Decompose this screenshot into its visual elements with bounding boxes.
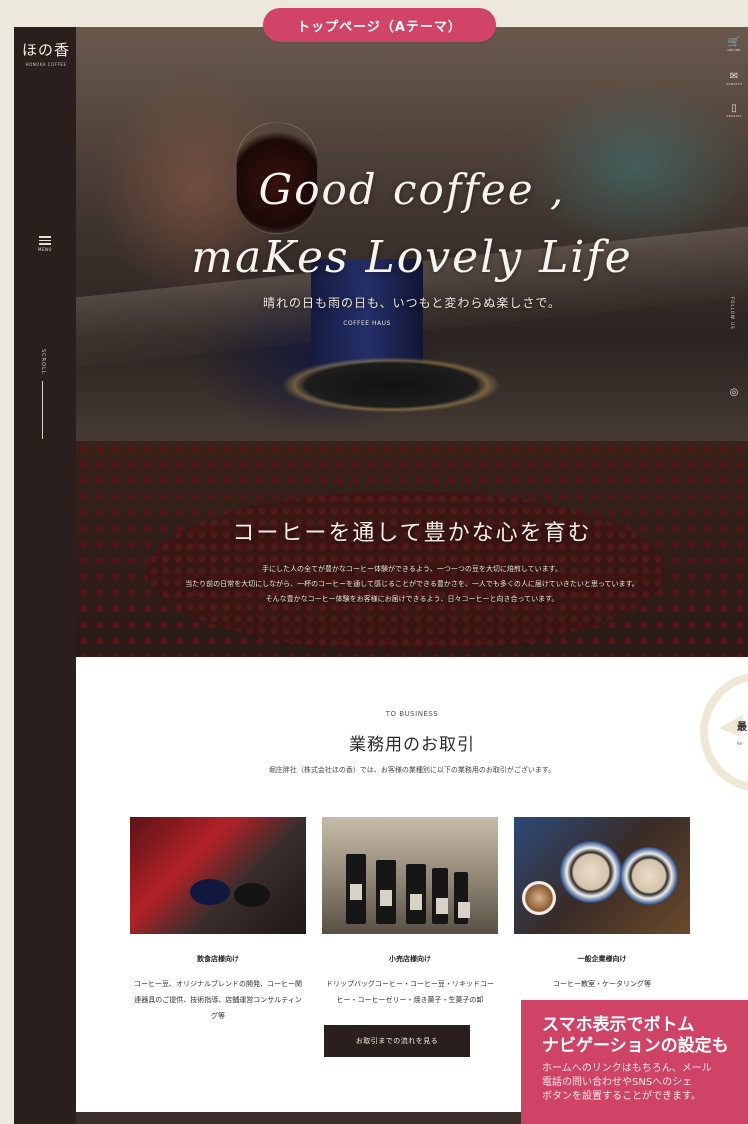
cup-shape	[234, 883, 270, 907]
philosophy-text-line: そんな豊かなコーヒー体験をお客様にお届けできるよう、日々コーヒーと向き合っていま…	[265, 595, 559, 603]
card-description: コーヒー豆、オリジナルブレンドの開発、コーヒー関連器具のご提供、技術指導、店舗運…	[134, 980, 302, 1020]
scroll-indicator: SCROLL	[40, 349, 46, 439]
section-lead: 堀庄胖社（株式会社ほの香）では、お客様の業種別に以下の業務用のお取引がございます…	[268, 766, 556, 774]
logo-subtitle: HONOKA COFFEE	[25, 62, 67, 67]
view-flow-button[interactable]: お取引までの流れを見る	[324, 1025, 470, 1057]
coffee-bag-shape	[406, 864, 426, 924]
cup-shape	[190, 879, 230, 905]
callout-heading-line2: ナビゲーションの設定も	[542, 1036, 729, 1056]
website-preview: ほの香 HONOKA COFFEE MENU SCROLL COFFEE HAU…	[14, 27, 748, 1124]
hero-subtitle: 晴れの日も雨の日も、いつもと変わらぬ楽しさで。	[263, 296, 561, 310]
hero-title-line1: Good coffee ,	[258, 165, 566, 214]
hero-title-line2: maKes Lovely Life	[191, 232, 633, 283]
card-title: 小売店様向け	[389, 955, 431, 963]
site-logo[interactable]: ほの香 HONOKA COFFEE	[20, 39, 72, 67]
follow-us-label: FOLLOW US	[730, 297, 735, 330]
screenshot-stage: トップページ（Aテーマ） ほの香 HONOKA COFFEE MENU SCRO…	[0, 0, 748, 1124]
menu-label: MENU	[38, 246, 52, 252]
cart-icon[interactable]: 🛒 ONLINE	[726, 37, 742, 52]
philosophy-section: コーヒーを通して豊かな心を育む 手にした人の全てが豊かなコーヒー体験ができるよう…	[76, 441, 748, 657]
coffee-bag-shape	[346, 854, 366, 924]
callout-body-line: ホームへのリンクはもちろん、メール	[542, 1063, 712, 1074]
hero-saucer-image	[281, 357, 501, 413]
coffee-bag-shape	[376, 860, 396, 924]
hero-section: COFFEE HAUS Good coffee , maKes Lovely L…	[76, 27, 748, 441]
instagram-icon[interactable]: ◎	[726, 387, 742, 398]
coffee-bag-shape	[432, 868, 448, 924]
card-title: 一般企業様向け	[577, 955, 627, 963]
left-sidebar: ほの香 HONOKA COFFEE MENU SCROLL	[14, 27, 76, 1124]
card-description: ドリップバッグコーヒー・コーヒー豆・リキッドコーヒー・コーヒーゼリー・焼き菓子・…	[326, 980, 494, 1004]
philosophy-heading: コーヒーを通して豊かな心を育む	[232, 521, 592, 546]
callout-heading-line1: スマホ表示でボトム	[542, 1015, 695, 1035]
side-widget-sub: Re	[737, 741, 743, 746]
latte-shape	[522, 881, 556, 915]
beans-overlay	[76, 441, 748, 657]
menu-button[interactable]: MENU	[34, 234, 56, 252]
business-card-retail[interactable]: 小売店様向け ドリップバッグコーヒー・コーヒー豆・リキッドコーヒー・コーヒーゼリ…	[322, 817, 498, 1008]
mug-print: COFFEE HAUS	[343, 320, 391, 327]
right-nav: 🛒 ONLINE ✉ CONTACT ▯ RECRUIT FOLLOW US ◎	[720, 27, 748, 441]
page-theme-badge: トップページ（Aテーマ）	[263, 8, 496, 42]
coffee-bag-shape	[454, 872, 470, 924]
section-eyebrow: TO BUSINESS	[385, 710, 439, 718]
card-image-coffee-bags	[322, 817, 498, 934]
section-title: 業務用のお取引	[349, 735, 475, 755]
side-widget-label: 最	[737, 722, 747, 733]
scroll-line	[42, 380, 43, 439]
document-icon[interactable]: ▯ RECRUIT	[726, 103, 742, 118]
callout-body: ホームへのリンクはもちろん、メール 電話の問い合わせやSNSへのシェ ボタンを設…	[542, 1062, 748, 1104]
business-card-restaurant[interactable]: 飲食店様向け コーヒー豆、オリジナルブレンドの開発、コーヒー関連器具のご提供、技…	[130, 817, 306, 1024]
card-image-catering	[514, 817, 690, 934]
card-title: 飲食店様向け	[197, 955, 239, 963]
mail-icon[interactable]: ✉ CONTACT	[726, 71, 742, 86]
card-image-espresso-machine	[130, 817, 306, 934]
scroll-label: SCROLL	[40, 349, 46, 375]
plate-shape	[560, 841, 622, 903]
philosophy-text-line: 手にした人の全てが豊かなコーヒー体験ができるよう、一つ一つの豆を大切に焙煎してい…	[262, 565, 562, 573]
logo-mark: ほの香	[21, 41, 70, 59]
plate-shape	[620, 847, 678, 905]
card-description: コーヒー教室・ケータリング等	[553, 980, 651, 988]
hamburger-icon	[34, 236, 56, 245]
business-card-corporate[interactable]: 一般企業様向け コーヒー教室・ケータリング等	[514, 817, 690, 992]
callout-body-line: 電話の問い合わせやSNSへのシェ	[542, 1077, 693, 1088]
callout-body-line: ボタンを設置することができます。	[542, 1091, 701, 1102]
philosophy-text-line: 当たり前の日常を大切にしながら、一杯のコーヒーを通して感じることができる豊かさを…	[185, 580, 639, 588]
feature-callout: スマホ表示でボトム ナビゲーションの設定も ホームへのリンクはもちろん、メール …	[521, 1000, 748, 1124]
